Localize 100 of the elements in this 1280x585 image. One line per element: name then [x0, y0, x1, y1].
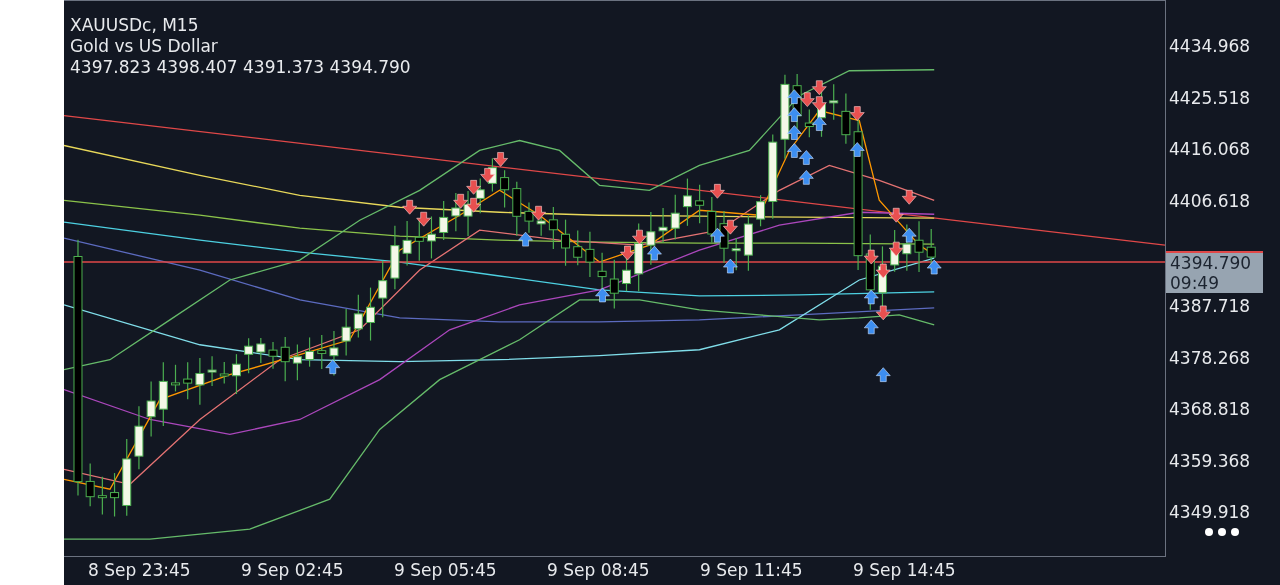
up-arrow	[787, 143, 802, 158]
candle	[548, 206, 558, 250]
down-arrow	[466, 180, 481, 195]
up-arrow	[901, 227, 917, 243]
candle	[731, 237, 741, 271]
down-arrow	[723, 219, 738, 235]
candle	[183, 361, 193, 400]
candle	[110, 472, 120, 518]
up-arrow	[875, 367, 891, 382]
price-label: 4406.618	[1169, 189, 1252, 212]
current-price: 4394.790	[1170, 253, 1253, 273]
down-arrow	[875, 263, 891, 279]
up-arrow	[799, 170, 814, 185]
candle	[439, 200, 449, 241]
candle	[475, 177, 485, 214]
time-label: 9 Sep 11:45	[700, 559, 804, 582]
symbol-title: XAUUSDc, M15	[70, 15, 200, 36]
candle	[219, 361, 229, 385]
candle	[402, 220, 412, 267]
price-label: 4359.368	[1169, 449, 1252, 472]
candle	[682, 177, 692, 227]
up-arrow	[799, 150, 814, 165]
candle	[585, 231, 595, 278]
candle	[658, 207, 668, 244]
candle	[280, 336, 290, 382]
candle	[914, 220, 924, 273]
down-arrow	[888, 241, 904, 257]
symbol-description: Gold vs US Dollar	[70, 36, 219, 57]
time-label: 8 Sep 23:45	[88, 559, 192, 582]
candle	[646, 211, 656, 266]
candle	[195, 357, 205, 406]
candle	[146, 380, 156, 438]
up-arrow	[863, 289, 879, 305]
candle	[341, 308, 351, 357]
up-arrow	[787, 89, 802, 104]
down-arrow	[901, 190, 917, 205]
price-label: 4434.968	[1169, 35, 1252, 57]
price-label: 4387.718	[1169, 295, 1252, 317]
time-label: 9 Sep 02:45	[241, 559, 345, 582]
time-label: 9 Sep 05:45	[394, 559, 498, 582]
candle	[158, 361, 168, 427]
candle	[305, 336, 315, 368]
candle	[353, 294, 363, 339]
up-arrow	[595, 287, 610, 303]
candle	[378, 260, 388, 318]
candle	[171, 364, 180, 393]
candle	[902, 223, 912, 272]
candle	[609, 259, 619, 310]
down-arrow	[402, 200, 417, 215]
up-arrow	[723, 258, 738, 274]
candle	[97, 476, 107, 516]
candle	[804, 109, 814, 138]
candle	[512, 181, 522, 237]
candle	[390, 225, 400, 290]
candle	[134, 405, 144, 470]
down-arrow	[875, 305, 891, 321]
candle	[268, 341, 278, 370]
candle	[561, 219, 571, 267]
candle	[707, 196, 717, 244]
candle	[85, 462, 95, 507]
more-icon[interactable]	[1204, 527, 1240, 537]
time-label: 9 Sep 14:45	[853, 559, 957, 582]
down-arrow	[710, 184, 725, 199]
ohlc-values: 4397.823 4398.407 4391.373 4394.790	[70, 57, 411, 78]
candle	[329, 330, 339, 377]
candle	[426, 215, 436, 260]
down-arrow	[453, 194, 468, 209]
up-arrow	[518, 231, 533, 247]
price-label: 4378.268	[1169, 346, 1252, 369]
down-arrow	[850, 106, 865, 121]
candle	[829, 83, 839, 121]
candle	[695, 184, 705, 224]
candle	[451, 192, 461, 232]
candle	[634, 222, 644, 292]
down-arrow	[466, 198, 481, 213]
up-arrow	[710, 227, 725, 243]
price-label: 4416.068	[1169, 138, 1252, 160]
price-label: 4368.818	[1169, 398, 1252, 420]
down-arrow	[480, 168, 495, 183]
candle	[841, 92, 851, 145]
candle	[524, 201, 534, 234]
down-arrow	[863, 249, 879, 265]
down-arrow	[812, 96, 827, 111]
candle	[573, 229, 583, 266]
up-arrow	[863, 319, 879, 335]
down-arrow	[812, 80, 827, 95]
candle	[207, 355, 217, 387]
down-arrow	[531, 205, 546, 221]
up-arrow	[647, 245, 662, 261]
candle	[231, 353, 241, 395]
up-arrow	[787, 107, 802, 122]
candle	[256, 337, 266, 364]
price-label: 4425.518	[1169, 86, 1252, 109]
up-arrow	[812, 116, 827, 131]
candle	[317, 334, 327, 370]
down-arrow	[800, 92, 815, 107]
down-arrow	[620, 245, 635, 261]
candle	[500, 169, 510, 209]
candle	[292, 343, 302, 381]
up-arrow	[926, 259, 942, 275]
